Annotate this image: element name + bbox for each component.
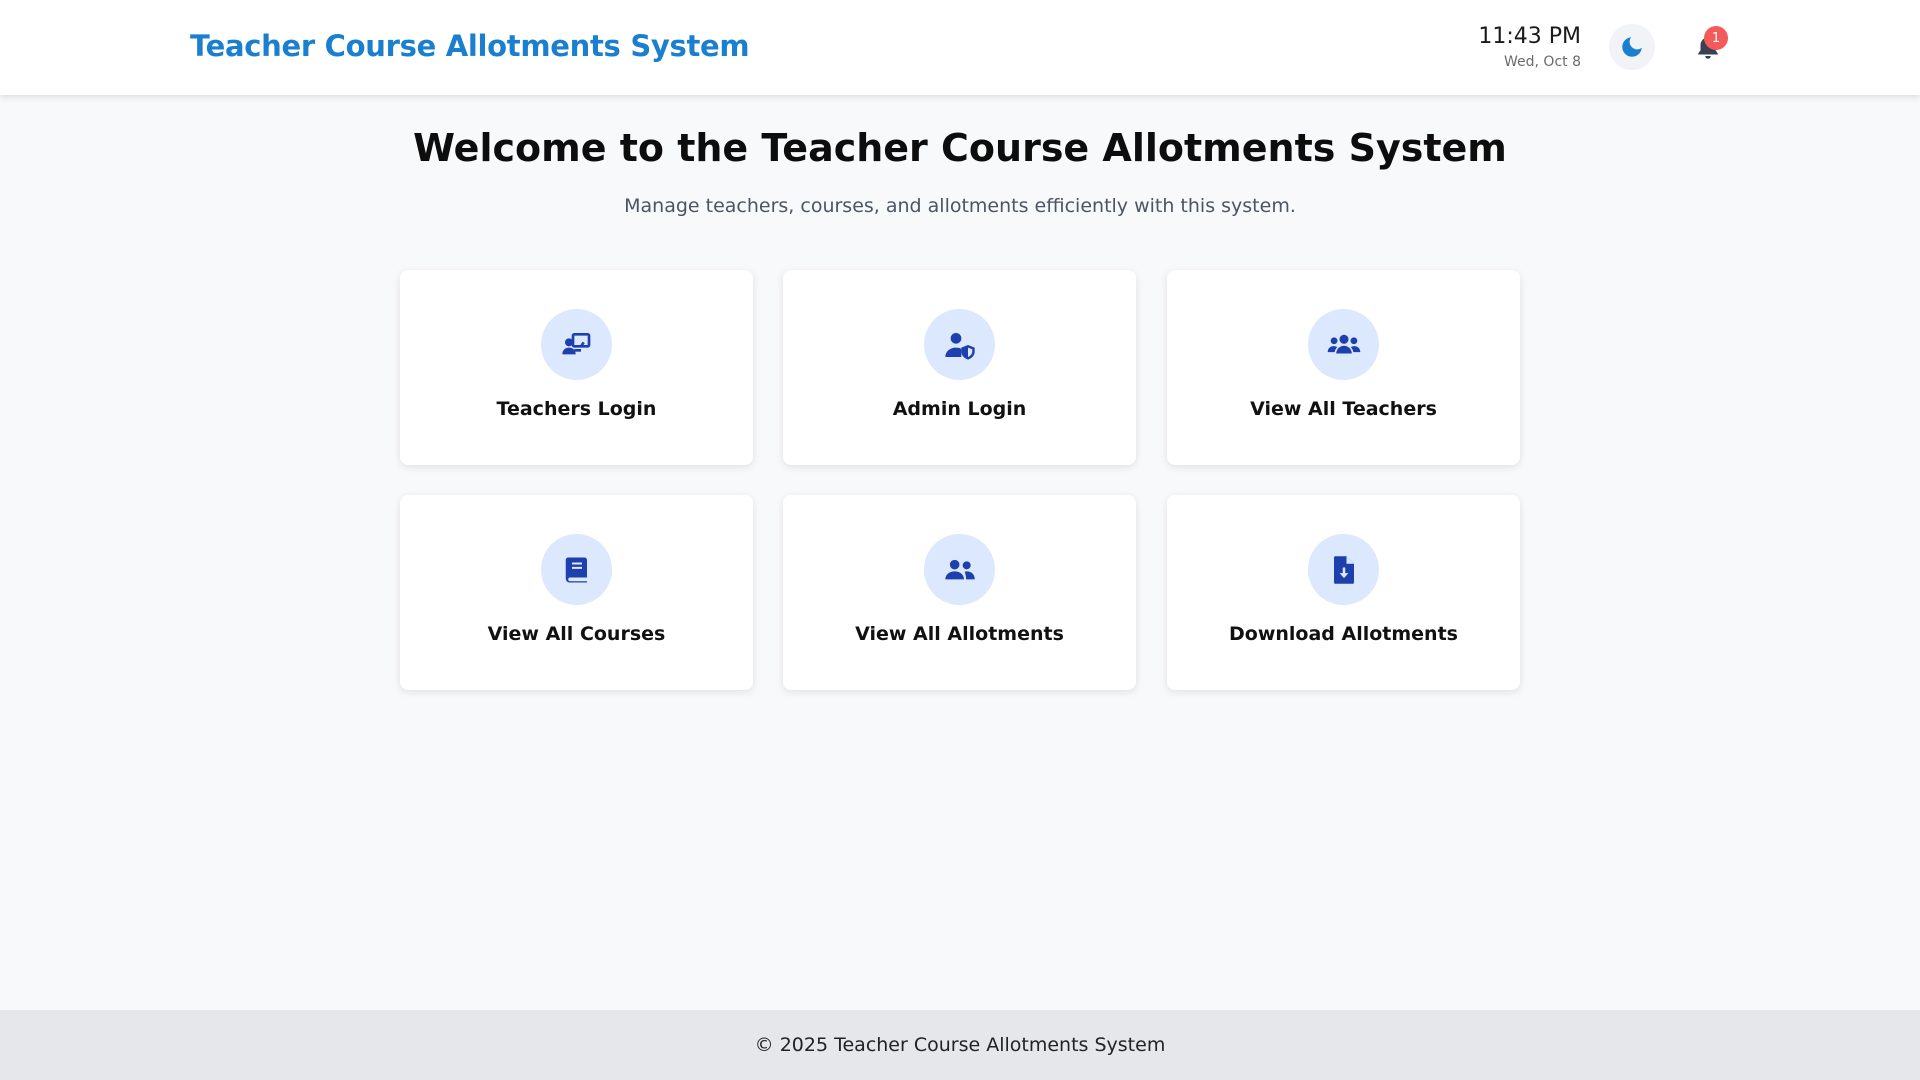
- chalkboard-teacher-icon: [541, 309, 612, 380]
- welcome-title: Welcome to the Teacher Course Allotments…: [413, 126, 1507, 170]
- card-admin-login[interactable]: Admin Login: [783, 270, 1136, 465]
- card-label: View All Allotments: [855, 623, 1064, 645]
- clock: 11:43 PM Wed, Oct 8: [1478, 24, 1581, 70]
- moon-icon: [1622, 37, 1642, 57]
- file-download-icon: [1308, 534, 1379, 605]
- footer-copyright: © 2025 Teacher Course Allotments System: [754, 1034, 1166, 1056]
- card-teachers-login[interactable]: Teachers Login: [400, 270, 753, 465]
- card-view-all-allotments[interactable]: View All Allotments: [783, 495, 1136, 690]
- card-view-all-courses[interactable]: View All Courses: [400, 495, 753, 690]
- card-label: Admin Login: [892, 398, 1027, 420]
- top-header: Teacher Course Allotments System 11:43 P…: [0, 0, 1920, 95]
- clock-time: 11:43 PM: [1478, 24, 1581, 49]
- card-label: Teachers Login: [496, 398, 657, 420]
- notification-badge: 1: [1704, 26, 1728, 50]
- clock-date: Wed, Oct 8: [1504, 54, 1581, 70]
- card-download-allotments[interactable]: Download Allotments: [1167, 495, 1520, 690]
- card-view-all-teachers[interactable]: View All Teachers: [1167, 270, 1520, 465]
- users-icon: [1308, 309, 1379, 380]
- footer: © 2025 Teacher Course Allotments System: [0, 1010, 1920, 1080]
- card-label: Download Allotments: [1229, 623, 1458, 645]
- book-icon: [541, 534, 612, 605]
- card-label: View All Teachers: [1250, 398, 1437, 420]
- user-group-icon: [924, 534, 995, 605]
- card-label: View All Courses: [487, 623, 666, 645]
- user-shield-icon: [924, 309, 995, 380]
- app-title[interactable]: Teacher Course Allotments System: [190, 29, 750, 63]
- theme-toggle-button[interactable]: [1609, 24, 1655, 70]
- welcome-subtitle: Manage teachers, courses, and allotments…: [624, 195, 1296, 217]
